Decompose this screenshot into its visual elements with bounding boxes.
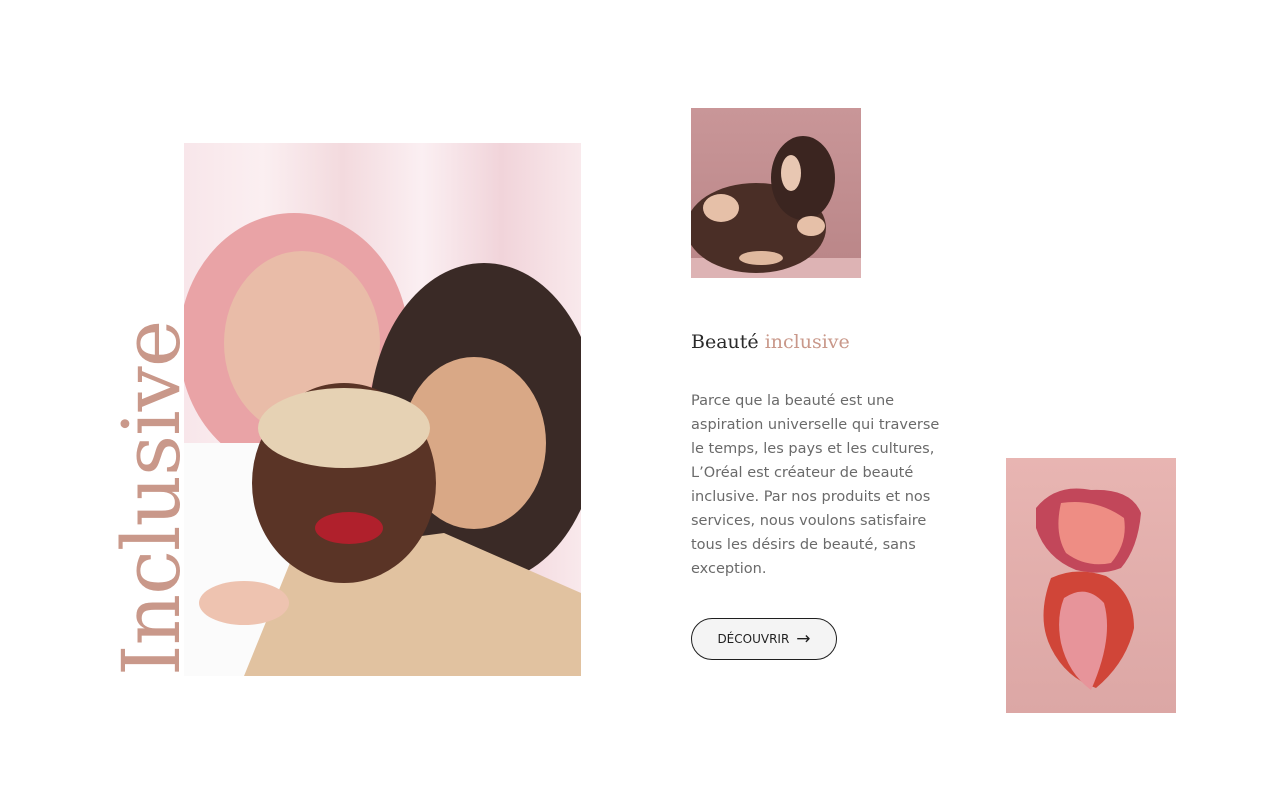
section-title: Beauté inclusive bbox=[691, 328, 850, 356]
arrow-right-icon: → bbox=[796, 628, 811, 649]
lipstick-swatch-photo bbox=[1006, 458, 1176, 713]
portrait-photo-man bbox=[691, 108, 861, 278]
discover-button-label: DÉCOUVRIR bbox=[717, 632, 790, 646]
discover-button[interactable]: DÉCOUVRIR → bbox=[691, 618, 837, 660]
section-title-prefix: Beauté bbox=[691, 331, 759, 353]
vertical-heading-inclusive: Inclusive bbox=[105, 320, 198, 676]
group-portrait-photo bbox=[184, 143, 581, 676]
section-description: Parce que la beauté est une aspiration u… bbox=[691, 393, 940, 577]
section-title-accent: inclusive bbox=[764, 331, 850, 353]
